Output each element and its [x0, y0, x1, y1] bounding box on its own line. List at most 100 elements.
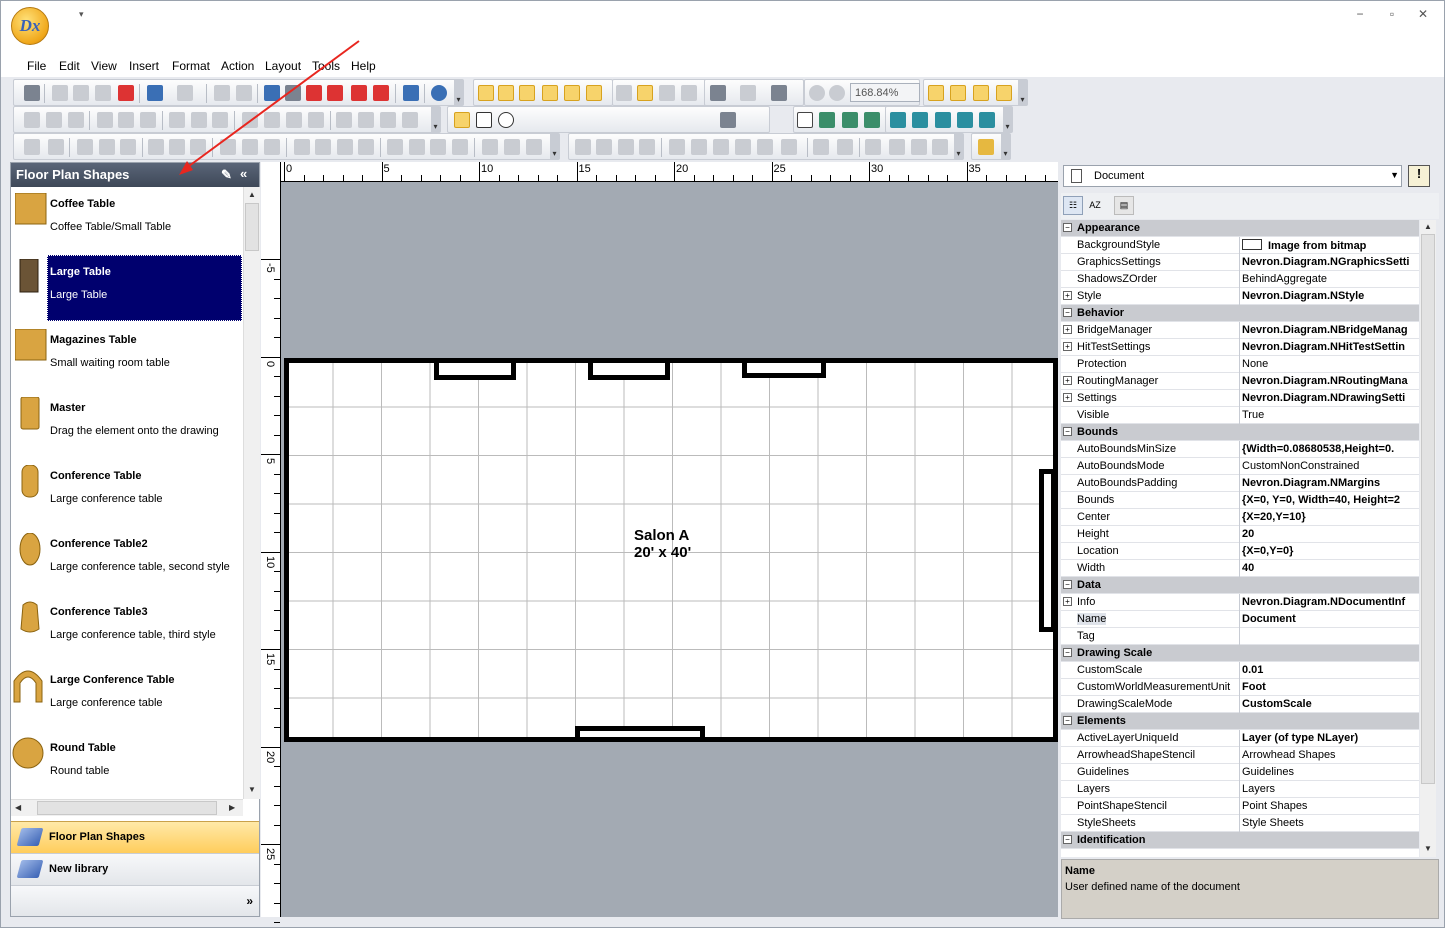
status-bar-icon[interactable]: [979, 112, 995, 128]
space-vertical-icon[interactable]: [387, 139, 403, 155]
expand-icon[interactable]: +: [1063, 393, 1072, 402]
toolbar-overflow-icon[interactable]: ▾: [1018, 80, 1027, 105]
property-row[interactable]: + Info Nevron.Diagram.NDocumentInf: [1061, 594, 1419, 611]
save-icon[interactable]: [24, 85, 40, 101]
make-same-width-icon[interactable]: [220, 139, 236, 155]
ellipse-tool-icon[interactable]: [498, 112, 514, 128]
scroll-thumb[interactable]: [1421, 234, 1435, 784]
property-row[interactable]: AutoBoundsPadding Nevron.Diagram.NMargins: [1061, 475, 1419, 492]
layout-icon[interactable]: [740, 85, 756, 101]
property-row[interactable]: + BridgeManager Nevron.Diagram.NBridgeMana…: [1061, 322, 1419, 339]
property-value[interactable]: BehindAggregate: [1242, 273, 1419, 285]
property-row[interactable]: CustomScale 0.01: [1061, 662, 1419, 679]
property-row[interactable]: + Style Nevron.Diagram.NStyle: [1061, 288, 1419, 305]
shape-item-conference-table3[interactable]: Conference Table3 Large conference table…: [11, 595, 243, 663]
library-tab-new-library[interactable]: New library: [11, 853, 259, 885]
property-row[interactable]: Name Document: [1061, 611, 1419, 628]
property-category[interactable]: − Identification: [1061, 832, 1419, 849]
align-rights-icon[interactable]: [120, 139, 136, 155]
order2-icon[interactable]: [781, 139, 797, 155]
menu-file[interactable]: File: [27, 59, 46, 73]
menu-insert[interactable]: Insert: [129, 59, 159, 73]
alphabetical-icon[interactable]: AZ: [1085, 196, 1105, 215]
property-row[interactable]: Height 20: [1061, 526, 1419, 543]
collapse-icon[interactable]: −: [1063, 223, 1072, 232]
align-right-icon[interactable]: [140, 112, 156, 128]
zoom-combo[interactable]: 168.84%: [850, 83, 920, 102]
scroll-down-icon[interactable]: ▼: [1424, 844, 1432, 853]
property-value[interactable]: Nevron.Diagram.NBridgeManag: [1242, 324, 1419, 336]
order-icon[interactable]: [757, 139, 773, 155]
shape-item-conference-table[interactable]: Conference Table Large conference table: [11, 459, 243, 527]
property-value[interactable]: Nevron.Diagram.NRoutingMana: [1242, 375, 1419, 387]
property-value[interactable]: Nevron.Diagram.NDocumentInf: [1242, 596, 1419, 608]
print-preview-icon[interactable]: [236, 85, 252, 101]
property-value[interactable]: {X=20,Y=10}: [1242, 511, 1419, 523]
drawing-canvas[interactable]: Salon A 20' x 40': [281, 182, 1058, 917]
resize2-icon[interactable]: [837, 139, 853, 155]
fit-icon[interactable]: [564, 85, 580, 101]
binoculars-icon[interactable]: [616, 85, 632, 101]
paste-icon[interactable]: [95, 85, 111, 101]
property-value[interactable]: 0.01: [1242, 664, 1419, 676]
layer-icon[interactable]: [865, 139, 881, 155]
help-icon[interactable]: [431, 85, 447, 101]
property-row[interactable]: Location {X=0,Y=0}: [1061, 543, 1419, 560]
property-value[interactable]: Nevron.Diagram.NMargins: [1242, 477, 1419, 489]
center-both-icon[interactable]: [526, 139, 542, 155]
expand-icon[interactable]: +: [1063, 342, 1072, 351]
property-category[interactable]: − Appearance: [1061, 220, 1419, 237]
align-lefts-icon[interactable]: [77, 139, 93, 155]
property-value[interactable]: True: [1242, 409, 1419, 421]
expand-icon[interactable]: +: [1063, 291, 1072, 300]
property-category[interactable]: − Bounds: [1061, 424, 1419, 441]
align-bottom-icon[interactable]: [212, 112, 228, 128]
property-category[interactable]: − Elements: [1061, 713, 1419, 730]
make-same-size-icon[interactable]: [264, 139, 280, 155]
window-shape[interactable]: [434, 358, 516, 380]
print-icon[interactable]: [214, 85, 230, 101]
vspace-remove-icon[interactable]: [452, 139, 468, 155]
vspace-increase-icon[interactable]: [409, 139, 425, 155]
ungroup-icon[interactable]: [48, 139, 64, 155]
property-pages-icon[interactable]: ▤: [1114, 196, 1134, 215]
export-image-icon[interactable]: [264, 85, 280, 101]
new-document-icon[interactable]: [797, 112, 813, 128]
italic-icon[interactable]: [46, 112, 62, 128]
align-top-icon[interactable]: [169, 112, 185, 128]
export-svg-icon[interactable]: [351, 85, 367, 101]
align-tops-icon[interactable]: [148, 139, 164, 155]
shape-item-coffee-table[interactable]: Coffee Table Coffee Table/Small Table: [11, 187, 243, 255]
insert-image-icon[interactable]: [978, 139, 994, 155]
layer2-icon[interactable]: [889, 139, 905, 155]
property-value[interactable]: Layers: [1242, 783, 1419, 795]
collapse-icon[interactable]: −: [1063, 835, 1072, 844]
property-value[interactable]: {Width=0.08680538,Height=0.: [1242, 443, 1419, 455]
align-center-icon[interactable]: [118, 112, 134, 128]
close-button[interactable]: ✕: [1412, 7, 1434, 25]
shape-item-large-table[interactable]: Large Table Large Table: [11, 255, 243, 323]
scroll-down-icon[interactable]: ▼: [248, 785, 256, 794]
property-value[interactable]: Style Sheets: [1242, 817, 1419, 829]
property-value[interactable]: 20: [1242, 528, 1419, 540]
property-panel-icon[interactable]: [957, 112, 973, 128]
shape-item-large-conference-table[interactable]: Large Conference Table Large conference …: [11, 663, 243, 731]
center-vertically-icon[interactable]: [504, 139, 520, 155]
export-pdf2-icon[interactable]: [373, 85, 389, 101]
property-value[interactable]: CustomScale: [1242, 698, 1419, 710]
expand-icon[interactable]: +: [1063, 376, 1072, 385]
zoom-in-icon[interactable]: [809, 85, 825, 101]
property-category[interactable]: − Drawing Scale: [1061, 645, 1419, 662]
shadow-icon[interactable]: [286, 112, 302, 128]
property-row[interactable]: GraphicsSettings Nevron.Diagram.NGraphics…: [1061, 254, 1419, 271]
deselect-icon[interactable]: [996, 85, 1012, 101]
property-row[interactable]: Layers Layers: [1061, 781, 1419, 798]
library-tab-floor-plan-shapes[interactable]: Floor Plan Shapes: [11, 821, 259, 853]
pointer-tool-icon[interactable]: [454, 112, 470, 128]
property-value[interactable]: Point Shapes: [1242, 800, 1419, 812]
property-row[interactable]: StyleSheets Style Sheets: [1061, 815, 1419, 832]
align-middle-icon[interactable]: [191, 112, 207, 128]
make-same-height-icon[interactable]: [242, 139, 258, 155]
export-pdf-icon[interactable]: [306, 85, 322, 101]
property-row[interactable]: Center {X=20,Y=10}: [1061, 509, 1419, 526]
